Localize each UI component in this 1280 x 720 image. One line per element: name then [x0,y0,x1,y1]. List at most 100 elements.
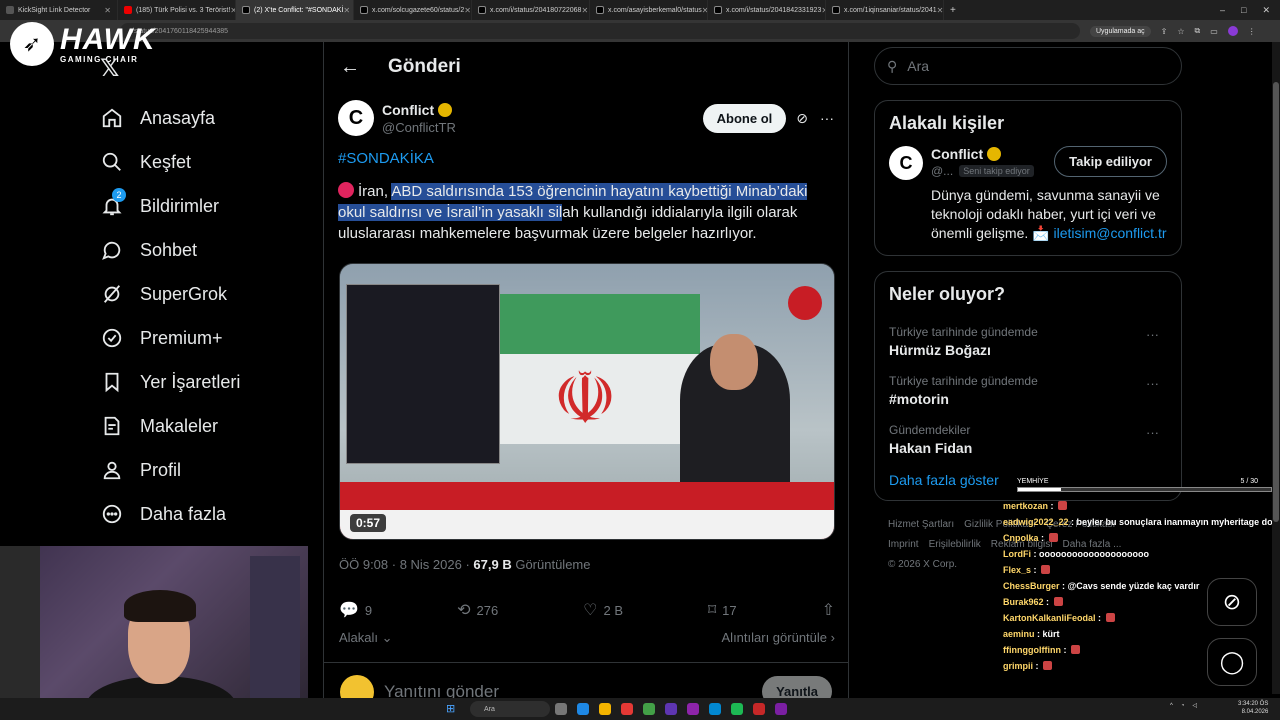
footer-link[interactable]: Hizmet Şartları [888,519,954,530]
close-tab-icon[interactable]: ✕ [937,6,943,15]
sidebar-item-home[interactable]: Anasayfa [100,96,240,140]
view-quotes-link[interactable]: Alıntıları görüntüle › [722,630,835,646]
close-tab-icon[interactable]: ✕ [464,6,471,15]
sidebar-item-label: Makaleler [140,415,219,436]
app-icon[interactable] [775,703,787,715]
goal-progress-bar [1017,487,1272,492]
app-icon[interactable] [731,703,743,715]
trend-item[interactable]: Türkiye tarihinde gündemde Hürmüz Boğazı… [889,317,1167,366]
app-icon[interactable] [577,703,589,715]
sidebar-item-explore[interactable]: Keşfet [100,140,240,184]
star-icon[interactable]: ☆ [1177,27,1184,36]
subscribe-button[interactable]: Abone ol [702,103,787,133]
footer-link[interactable]: Imprint [888,539,919,550]
following-button[interactable]: Takip ediliyor [1054,146,1167,177]
trend-item[interactable]: Gündemdekiler Hakan Fidan ··· [889,415,1167,464]
hashtag-link[interactable]: #SONDAKİKA [324,136,848,167]
author-name[interactable]: Conflict [382,102,434,118]
sort-dropdown[interactable]: Alakalı ⌄ [339,630,393,646]
webcam-hair [124,590,196,622]
search-input[interactable]: ⚲ Ara [874,47,1182,85]
wifi-icon[interactable]: ◔ [1181,703,1185,709]
messages-float-button[interactable]: ◯ [1207,638,1257,686]
app-icon[interactable] [555,703,567,715]
page-title: Gönderi [388,56,461,77]
open-in-app-button[interactable]: Uygulamada aç [1090,25,1151,37]
like-action[interactable]: ♡ 2 B [583,600,623,620]
clock-time: 3:34:20 ÖS [1238,701,1269,707]
share-icon[interactable]: ⇪ [1161,27,1168,36]
message-bubble-icon: ◯ [1219,649,1245,674]
scrollbar-thumb[interactable] [1273,82,1279,522]
x-logo-icon[interactable]: 𝕏 [100,54,119,83]
close-tab-icon[interactable]: ✕ [104,6,111,15]
chevron-up-icon[interactable]: ^ [1170,703,1173,709]
sidebar-item-bookmarks[interactable]: Yer İşaretleri [100,360,240,404]
maximize-button[interactable]: □ [1241,5,1246,16]
chat-username: ffinnggolffinn [1003,645,1061,655]
author-handle[interactable]: @ConflictTR [382,120,456,135]
related-avatar[interactable]: C [889,146,923,180]
address-input[interactable]: /status/2041760118425944385 [120,23,1080,39]
footer-link[interactable]: Erişilebilirlik [929,539,981,550]
close-tab-icon[interactable]: ✕ [343,6,350,15]
sidebar-item-supergrok[interactable]: SuperGrok [100,272,240,316]
grok-icon[interactable]: ⊘ [796,110,808,127]
windows-start-icon[interactable]: ⊞ [446,702,455,715]
browser-tab[interactable]: x.com/i/status/204180722068 ✕ [472,0,590,20]
browser-tab-active[interactable]: (2) X'te Conflict: "#SONDAKİ ✕ [236,0,354,20]
app-icon[interactable] [753,703,765,715]
app-icon[interactable] [687,703,699,715]
author-avatar[interactable]: C [338,100,374,136]
share-action[interactable]: ⇧ [822,600,835,620]
close-window-button[interactable]: ✕ [1262,5,1270,16]
trend-more-icon[interactable]: ··· [1146,376,1159,391]
bookmark-action[interactable]: ⌑ 17 [708,600,737,620]
taskbar-clock[interactable]: 3:34:20 ÖS 8.04.2026 [1238,700,1268,716]
sidebar-icon[interactable]: ▭ [1210,27,1218,36]
trend-more-icon[interactable]: ··· [1146,327,1159,342]
post-video[interactable]: ☫ 0:57 [339,263,835,540]
taskbar-search[interactable]: Ara [470,701,550,717]
browser-tab[interactable]: x.com/solcugazete60/status/2 ✕ [354,0,472,20]
browser-tab[interactable]: (185) Türk Polisi vs. 3 Terörist!✕ [118,0,236,20]
page-scrollbar[interactable] [1272,42,1280,694]
verified-badge-icon [987,147,1002,161]
post-time[interactable]: ÖÖ 9:08 · 8 Nis 2026 · [339,557,473,572]
browser-tab[interactable]: KickSight Link Detector ✕ [0,0,118,20]
sidebar-item-premium[interactable]: Premium+ [100,316,240,360]
new-tab-button[interactable]: + [950,5,956,16]
app-icon[interactable] [621,703,633,715]
browser-tab[interactable]: x.com/1iqinsaniar/status/2041 ✕ [826,0,944,20]
trend-item[interactable]: Türkiye tarihinde gündemde #motorin ··· [889,366,1167,415]
extensions-icon[interactable]: ⧉ [1195,26,1201,36]
repost-count: 276 [476,602,499,618]
trend-more-icon[interactable]: ··· [1146,425,1159,440]
repost-icon: ⟲ [457,602,471,619]
sidebar-item-profile[interactable]: Profil [100,448,240,492]
browser-tab[interactable]: x.com/asayisberkemal0/status ✕ [590,0,708,20]
back-arrow-icon[interactable]: ← [340,56,360,79]
sidebar-item-more[interactable]: Daha fazla [100,492,240,536]
app-icon[interactable] [709,703,721,715]
goal-header: YEMHİYE 5 / 30 [1003,478,1272,485]
sidebar-item-notifications[interactable]: 2 Bildirimler [100,184,240,228]
related-name[interactable]: Conflict [931,146,983,162]
close-tab-icon[interactable]: ✕ [581,6,588,15]
minimize-button[interactable]: – [1220,5,1225,16]
grok-float-button[interactable]: ⊘ [1207,578,1257,626]
reply-action[interactable]: 💬 9 [339,600,372,620]
sidebar-item-chat[interactable]: Sohbet [100,228,240,272]
app-icon[interactable] [665,703,677,715]
profile-avatar-icon[interactable] [1227,26,1238,36]
chat-username: ChessBurger [1003,581,1060,591]
menu-icon[interactable]: ⋮ [1248,27,1256,36]
app-icon[interactable] [599,703,611,715]
browser-tab[interactable]: x.com/i/status/2041842331923✕ [708,0,826,20]
repost-action[interactable]: ⟲ 276 [457,600,498,620]
app-icon[interactable] [643,703,655,715]
volume-icon[interactable]: ◁ [1192,702,1197,709]
more-options-icon[interactable]: ··· [820,110,834,126]
sidebar-item-articles[interactable]: Makaleler [100,404,240,448]
related-bio-link[interactable]: iletisim@conflict.tr [1053,225,1166,241]
